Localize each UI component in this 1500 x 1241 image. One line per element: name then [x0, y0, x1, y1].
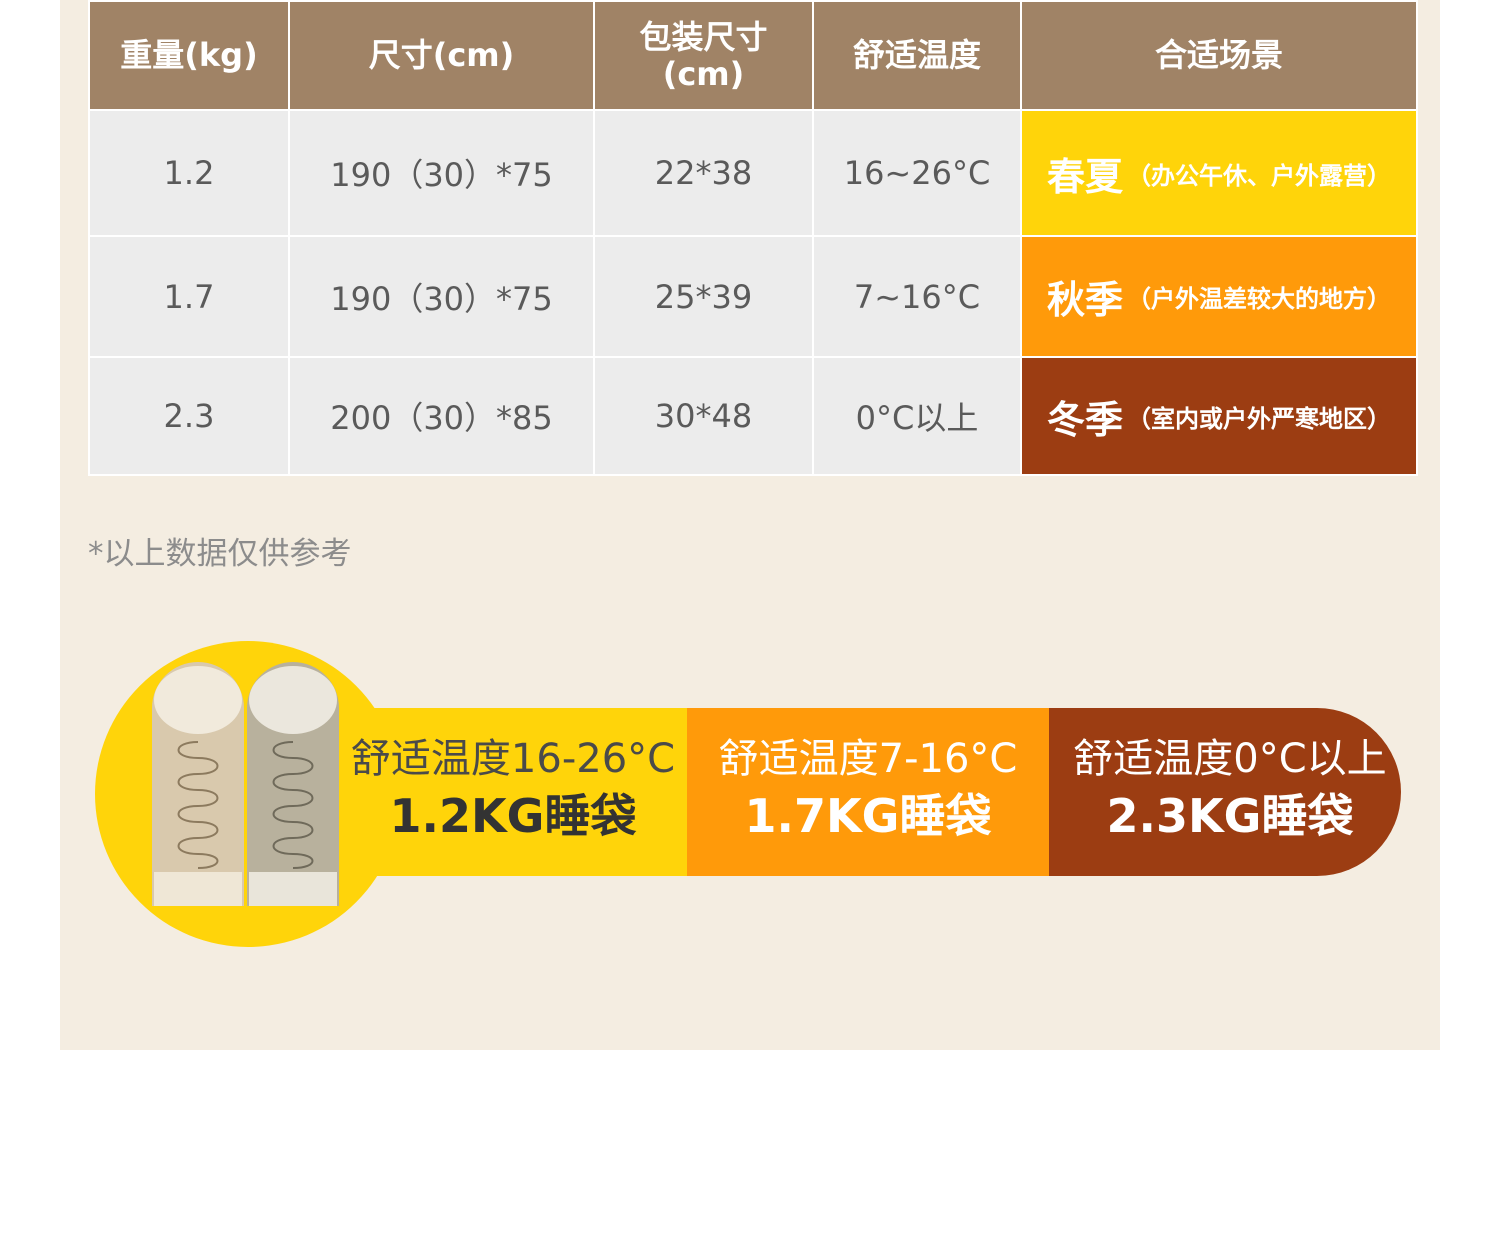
- cell-pack: 25*39: [595, 237, 812, 356]
- scene-season: 秋季: [1046, 278, 1123, 322]
- cell-pack: 30*48: [595, 358, 812, 474]
- header-size: 尺寸(cm): [290, 2, 593, 109]
- comparison-item-light: 舒适温度16-26°C 1.2KG睡袋: [351, 735, 675, 847]
- scene-season: 冬季: [1046, 397, 1123, 442]
- header-comfort-temp: 舒适温度: [814, 2, 1020, 109]
- sleeping-bag-gray-image: [247, 662, 339, 906]
- comparison-weight: 2.3KG睡袋: [1106, 789, 1354, 843]
- header-pack-size-line2: (cm): [662, 54, 745, 93]
- comparison-temp: 舒适温度16-26°C: [350, 736, 676, 782]
- cell-size: 200（30）*85: [290, 358, 593, 474]
- comparison-weight: 1.7KG睡袋: [744, 789, 992, 843]
- cell-weight: 1.2: [90, 111, 288, 235]
- header-pack-size-line1: 包装尺寸: [639, 17, 768, 56]
- cell-scene: 春夏 （办公午休、户外露营）: [1022, 111, 1416, 235]
- cell-weight: 1.7: [90, 237, 288, 356]
- scene-detail: （户外温差较大的地方）: [1127, 285, 1391, 313]
- header-pack-size: 包装尺寸 (cm): [595, 2, 812, 109]
- cell-temp: 7~16°C: [814, 237, 1020, 356]
- header-weight: 重量(kg): [90, 2, 288, 109]
- cell-scene: 冬季 （室内或户外严寒地区）: [1022, 358, 1416, 474]
- cell-size: 190（30）*75: [290, 237, 593, 356]
- comparison-item-medium: 舒适温度7-16°C 1.7KG睡袋: [708, 735, 1028, 847]
- scene-detail: （办公午休、户外露营）: [1127, 161, 1391, 190]
- comparison-item-heavy: 舒适温度0°C以上 2.3KG睡袋: [1070, 735, 1390, 847]
- cell-size: 190（30）*75: [290, 111, 593, 235]
- cell-temp: 0°C以上: [814, 358, 1020, 474]
- header-scene: 合适场景: [1022, 2, 1416, 109]
- comparison-temp: 舒适温度0°C以上: [1073, 736, 1387, 782]
- cell-weight: 2.3: [90, 358, 288, 474]
- sleeping-bag-beige-image: [152, 662, 244, 906]
- scene-season: 春夏: [1046, 154, 1123, 199]
- comparison-temp: 舒适温度7-16°C: [718, 736, 1018, 782]
- comparison-weight: 1.2KG睡袋: [389, 789, 637, 843]
- reference-note: *以上数据仅供参考: [88, 536, 352, 572]
- cell-temp: 16~26°C: [814, 111, 1020, 235]
- scene-detail: （室内或户外严寒地区）: [1127, 404, 1391, 433]
- cell-scene: 秋季 （户外温差较大的地方）: [1022, 237, 1416, 356]
- spec-table: 重量(kg) 尺寸(cm) 包装尺寸 (cm) 舒适温度 合适场景 1.2 19…: [88, 0, 1418, 476]
- cell-pack: 22*38: [595, 111, 812, 235]
